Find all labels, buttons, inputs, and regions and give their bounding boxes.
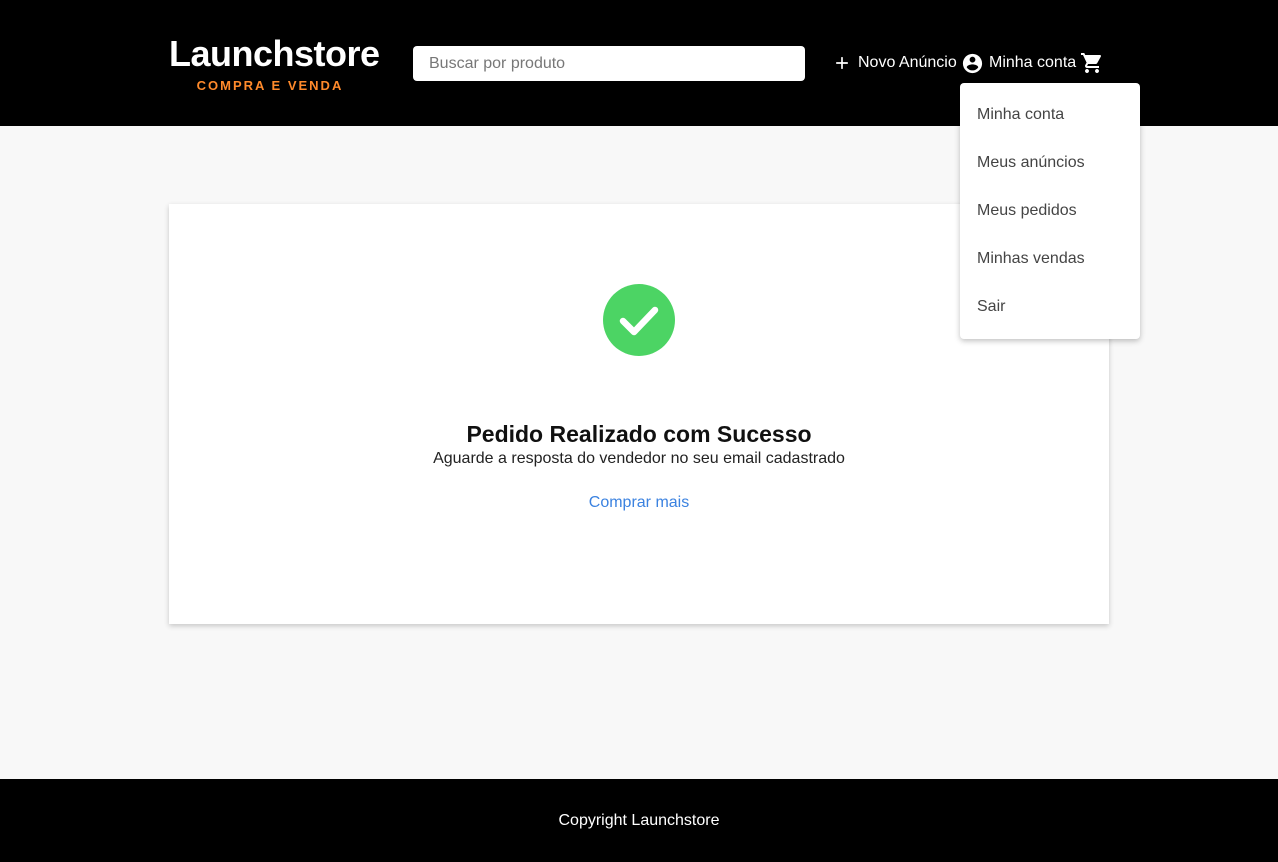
logo[interactable]: Launchstore COMPRA E VENDA bbox=[169, 33, 380, 94]
site-footer: Copyright Launchstore bbox=[0, 779, 1278, 862]
account-menu-toggle[interactable]: Minha conta bbox=[961, 50, 1076, 76]
buy-more-link[interactable]: Comprar mais bbox=[589, 494, 689, 511]
cart-button[interactable] bbox=[1080, 51, 1104, 80]
account-dropdown-menu: Minha conta Meus anúncios Meus pedidos M… bbox=[960, 83, 1140, 339]
menu-item-my-sales[interactable]: Minhas vendas bbox=[960, 235, 1140, 283]
plus-icon bbox=[836, 57, 848, 69]
logo-title: Launchstore bbox=[169, 33, 380, 74]
menu-item-my-ads[interactable]: Meus anúncios bbox=[960, 139, 1140, 187]
buy-more-container: Comprar mais bbox=[169, 494, 1109, 512]
menu-item-my-account[interactable]: Minha conta bbox=[960, 91, 1140, 139]
success-title: Pedido Realizado com Sucesso bbox=[466, 421, 812, 447]
new-ad-label: Novo Anúncio bbox=[858, 54, 957, 71]
menu-item-my-orders[interactable]: Meus pedidos bbox=[960, 187, 1140, 235]
account-circle-icon bbox=[962, 53, 983, 73]
account-label: Minha conta bbox=[989, 54, 1077, 71]
success-message: Aguarde a resposta do vendedor no seu em… bbox=[433, 450, 845, 467]
search-input[interactable] bbox=[413, 46, 805, 81]
logo-tagline: COMPRA E VENDA bbox=[196, 78, 344, 93]
check-circle-icon bbox=[603, 284, 675, 356]
new-ad-link[interactable]: Novo Anúncio bbox=[832, 50, 957, 76]
shopping-cart-icon bbox=[1081, 53, 1102, 73]
menu-item-logout[interactable]: Sair bbox=[960, 283, 1140, 331]
copyright-text: Copyright Launchstore bbox=[558, 812, 720, 829]
